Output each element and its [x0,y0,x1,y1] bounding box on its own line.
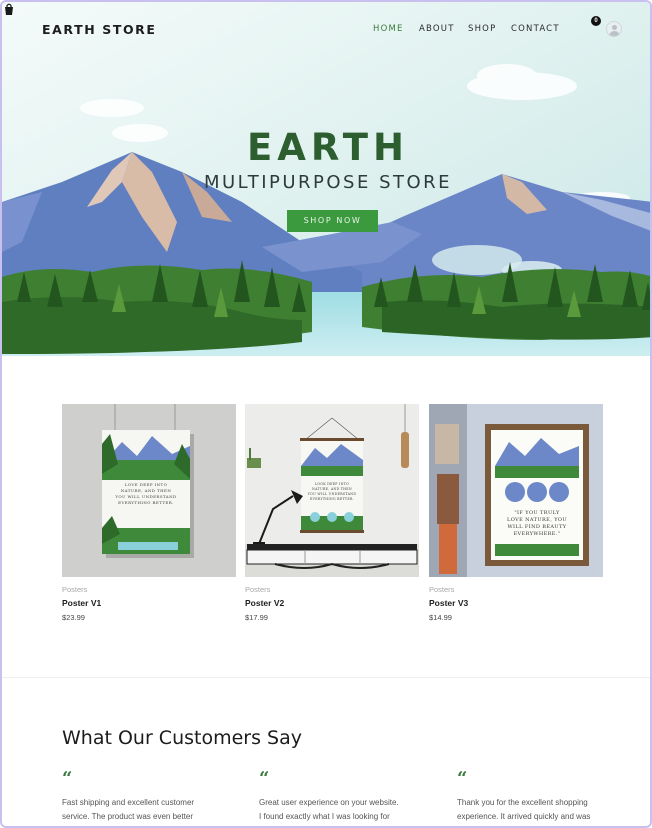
product-image[interactable]: "IF YOU TRULY LOVE NATURE, YOU WILL FIND… [429,404,603,577]
product-image[interactable]: LOVE DEEP INTO NATURE, AND THEN YOU WILL… [62,404,236,577]
testimonial-card: “ Thank you for the excellent shopping e… [457,768,627,824]
testimonial-card: “ Great user experience on your website.… [259,768,429,824]
product-price: $14.99 [429,613,452,622]
product-image[interactable]: LOOK DEEP INTO NATURE, AND THEN YOU WILL… [245,404,419,577]
product-card[interactable]: LOOK DEEP INTO NATURE, AND THEN YOU WILL… [245,404,419,622]
product-name[interactable]: Poster V1 [62,598,236,608]
nav-shop-link[interactable]: SHOP [468,24,496,34]
testimonial-card: “ Fast shipping and excellent customer s… [62,768,232,824]
poster-text-line: "IF YOU TRULY [514,510,560,516]
product-name[interactable]: Poster V2 [245,598,419,608]
product-category: Posters [62,585,88,594]
cart-count-badge: 0 [591,16,601,26]
quote-icon: “ [457,768,468,789]
page-frame: EARTH STORE HOME ABOUT SHOP CONTACT 0 EA… [0,0,652,828]
shop-now-button[interactable]: SHOP NOW [287,210,378,232]
poster-text-line: WILL FIND BEAUTY [507,524,567,530]
hero-subtitle: MULTIPURPOSE STORE [203,172,453,193]
user-avatar-icon[interactable] [606,21,622,37]
product-category: Posters [245,585,271,594]
product-card[interactable]: LOVE DEEP INTO NATURE, AND THEN YOU WILL… [62,404,236,622]
testimonials-title: What Our Customers Say [62,727,302,749]
poster-text-line: LOVE NATURE, YOU [506,517,568,523]
nav-about-link[interactable]: ABOUT [419,24,455,34]
product-price: $17.99 [245,613,268,622]
product-price: $23.99 [62,613,85,622]
products-grid: LOVE DEEP INTO NATURE, AND THEN YOU WILL… [62,404,603,634]
hero-title: EARTH [247,126,409,169]
section-divider [2,677,650,678]
poster-text-line: EVERYWHERE." [513,531,561,537]
testimonial-text: Great user experience on your website. I… [259,796,429,824]
top-navigation: EARTH STORE HOME ABOUT SHOP CONTACT 0 [2,2,650,56]
testimonial-line: I found exactly what I was looking for [259,812,390,821]
testimonial-line: experience. It arrived quickly and was [457,812,591,821]
product-name[interactable]: Poster V3 [429,598,603,608]
cart-icon[interactable] [2,2,16,16]
testimonial-text: Thank you for the excellent shopping exp… [457,796,627,824]
hero-section: EARTH STORE HOME ABOUT SHOP CONTACT 0 EA… [2,2,650,356]
nav-home-link[interactable]: HOME [373,24,404,34]
testimonial-line: Great user experience on your website. [259,798,399,807]
brand-logo[interactable]: EARTH STORE [42,22,157,37]
quote-icon: “ [62,768,73,789]
testimonial-line: Fast shipping and excellent customer [62,798,195,807]
testimonial-line: Thank you for the excellent shopping [457,798,588,807]
testimonial-line: service. The product was even better [62,812,194,821]
poster-text-line: EVERYTHING BETTER. [118,500,174,505]
testimonial-text: Fast shipping and excellent customer ser… [62,796,232,824]
product-card[interactable]: "IF YOU TRULY LOVE NATURE, YOU WILL FIND… [429,404,603,622]
product-category: Posters [429,585,455,594]
quote-icon: “ [259,768,270,789]
nav-contact-link[interactable]: CONTACT [511,24,560,34]
poster-text-line: EVERYTHING BETTER. [310,497,354,501]
